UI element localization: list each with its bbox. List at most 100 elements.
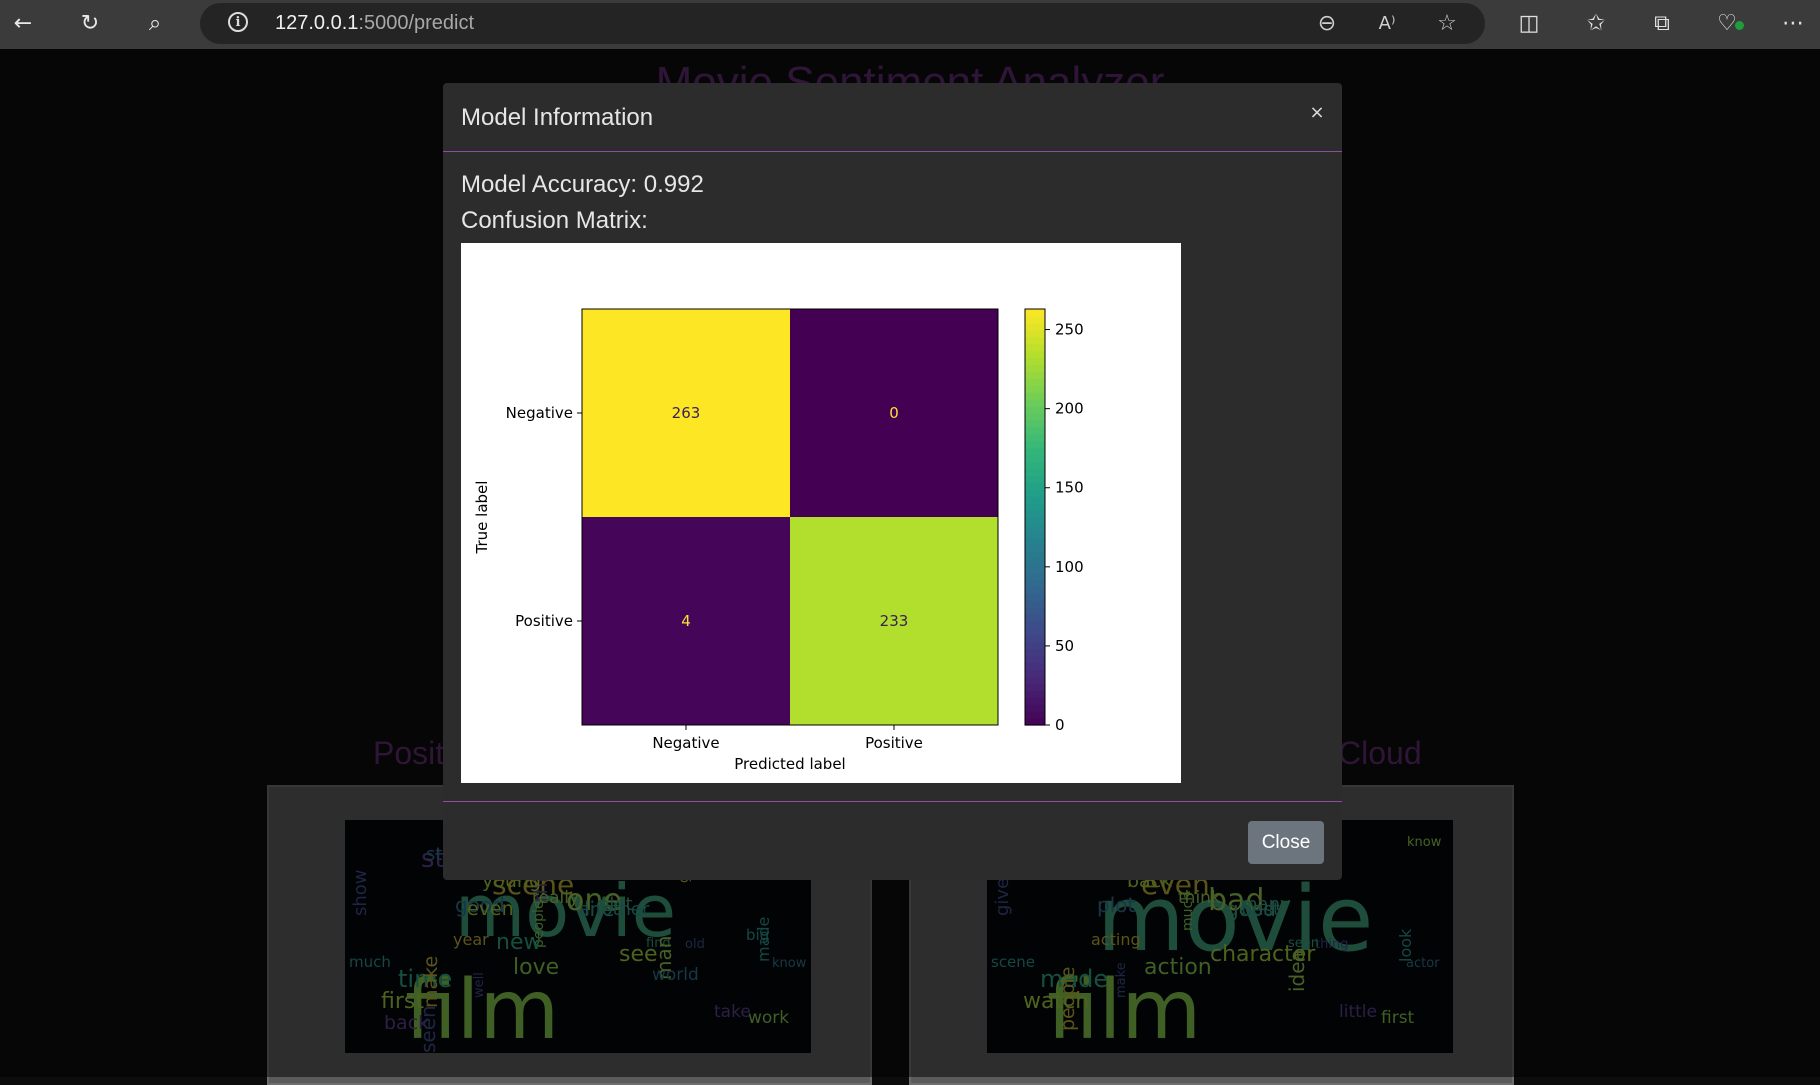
colorbar-segment bbox=[1025, 350, 1045, 359]
close-icon[interactable]: × bbox=[1305, 101, 1329, 125]
colorbar-segment bbox=[1025, 322, 1045, 331]
colorbar-segment bbox=[1025, 419, 1045, 428]
colorbar-segment bbox=[1025, 426, 1045, 435]
cell-value-label: 4 bbox=[681, 612, 691, 630]
colorbar-segment bbox=[1025, 634, 1045, 643]
colorbar-segment bbox=[1025, 489, 1045, 497]
colorbar-segment bbox=[1025, 676, 1045, 684]
health-status-dot bbox=[1735, 21, 1744, 30]
colorbar-segment bbox=[1025, 399, 1045, 407]
info-icon[interactable]: i bbox=[228, 12, 248, 32]
colorbar-segment bbox=[1025, 558, 1045, 567]
colorbar-segment bbox=[1025, 704, 1045, 712]
colorbar-tick-label: 250 bbox=[1055, 321, 1084, 339]
colorbar-segment bbox=[1025, 648, 1045, 657]
modal-footer bbox=[443, 801, 1342, 881]
colorbar-segment bbox=[1025, 614, 1045, 622]
colorbar-segment bbox=[1025, 537, 1045, 546]
url-host: 127.0.0.1 bbox=[275, 12, 359, 34]
browser-toolbar: ← ↻ ⌕ i 127.0.0.1:5000/predict ⊖ A⁾ ☆ ◫ … bbox=[0, 0, 1820, 49]
split-screen-icon[interactable]: ◫ bbox=[1513, 8, 1545, 40]
colorbar-tick-label: 150 bbox=[1055, 479, 1084, 497]
favorites-list-icon[interactable]: ✩ bbox=[1580, 8, 1612, 40]
colorbar-segment bbox=[1025, 544, 1045, 553]
colorbar-segment bbox=[1025, 315, 1045, 324]
colorbar-segment bbox=[1025, 413, 1045, 421]
model-accuracy-text: Model Accuracy: 0.992 bbox=[461, 171, 704, 198]
model-info-modal: Model Information × Model Accuracy: 0.99… bbox=[443, 83, 1342, 880]
colorbar-segment bbox=[1025, 627, 1045, 636]
colorbar-segment bbox=[1025, 711, 1045, 719]
close-button[interactable]: Close bbox=[1248, 821, 1324, 864]
colorbar-segment bbox=[1025, 371, 1045, 379]
colorbar-segment bbox=[1025, 510, 1045, 518]
colorbar-segment bbox=[1025, 662, 1045, 671]
y-tick-label: Positive bbox=[515, 612, 573, 630]
colorbar-segment bbox=[1025, 530, 1045, 539]
confusion-matrix-svg: 263 0 4 233 Negative Positive Negative Positive… bbox=[473, 308, 1084, 773]
confusion-matrix-label: Confusion Matrix: bbox=[461, 207, 648, 234]
colorbar-segment bbox=[1025, 586, 1045, 594]
modal-header: Model Information × bbox=[443, 83, 1342, 152]
x-axis-label: Predicted label bbox=[734, 755, 845, 773]
colorbar-segment bbox=[1025, 523, 1045, 532]
colorbar-segment bbox=[1025, 343, 1045, 352]
colorbar-segment bbox=[1025, 385, 1045, 393]
colorbar-segment bbox=[1025, 718, 1045, 726]
colorbar-segment bbox=[1025, 683, 1045, 691]
colorbar-segment bbox=[1025, 364, 1045, 372]
collections-icon[interactable]: ⧉ bbox=[1646, 8, 1678, 40]
x-tick-label: Positive bbox=[865, 734, 923, 752]
colorbar-segment bbox=[1025, 517, 1045, 525]
read-aloud-icon[interactable]: A⁾ bbox=[1371, 8, 1403, 40]
colorbar-segment bbox=[1025, 468, 1045, 476]
colorbar-segment bbox=[1025, 655, 1045, 664]
colorbar-segment bbox=[1025, 572, 1045, 580]
url-path: :5000/predict bbox=[358, 12, 475, 34]
confusion-matrix-chart: 263 0 4 233 Negative Positive Negative Positive… bbox=[461, 243, 1181, 783]
colorbar-segment bbox=[1025, 482, 1045, 490]
cell-value-label: 0 bbox=[889, 404, 899, 422]
colorbar-segment bbox=[1025, 406, 1045, 414]
colorbar-segment bbox=[1025, 669, 1045, 678]
colorbar-segment bbox=[1025, 461, 1045, 470]
colorbar-segment bbox=[1025, 607, 1045, 615]
colorbar-segment bbox=[1025, 697, 1045, 705]
colorbar-segment bbox=[1025, 433, 1045, 442]
colorbar-segment bbox=[1025, 440, 1045, 449]
colorbar-tick-label: 200 bbox=[1055, 400, 1084, 418]
colorbar-segment bbox=[1025, 378, 1045, 386]
cell-value-label: 233 bbox=[880, 612, 909, 630]
colorbar-segment bbox=[1025, 565, 1045, 574]
colorbar-segment bbox=[1025, 392, 1045, 400]
colorbar-segment bbox=[1025, 690, 1045, 698]
refresh-icon[interactable]: ↻ bbox=[74, 8, 106, 40]
colorbar-segment bbox=[1025, 357, 1045, 366]
x-tick-label: Negative bbox=[652, 734, 719, 752]
modal-title: Model Information bbox=[461, 104, 654, 131]
colorbar-segment bbox=[1025, 621, 1045, 629]
colorbar-segment bbox=[1025, 503, 1045, 511]
address-bar[interactable]: i 127.0.0.1:5000/predict ⊖ A⁾ ☆ bbox=[200, 3, 1485, 44]
cell-value-label: 263 bbox=[672, 404, 701, 422]
colorbar-segment bbox=[1025, 496, 1045, 504]
zoom-out-icon[interactable]: ⊖ bbox=[1311, 8, 1343, 40]
more-menu-icon[interactable]: ⋯ bbox=[1777, 8, 1809, 40]
url-text[interactable]: 127.0.0.1:5000/predict bbox=[275, 12, 474, 35]
colorbar-segment bbox=[1025, 551, 1045, 560]
colorbar-segment bbox=[1025, 329, 1045, 338]
y-tick-label: Negative bbox=[506, 404, 573, 422]
y-axis-label: True label bbox=[473, 481, 491, 555]
colorbar-tick-label: 50 bbox=[1055, 637, 1074, 655]
colorbar-tick-label: 0 bbox=[1055, 716, 1065, 734]
colorbar-segment bbox=[1025, 579, 1045, 587]
colorbar-segment bbox=[1025, 600, 1045, 608]
search-icon[interactable]: ⌕ bbox=[139, 8, 171, 40]
colorbar-segment bbox=[1025, 641, 1045, 650]
favorite-star-icon[interactable]: ☆ bbox=[1431, 8, 1463, 40]
back-icon[interactable]: ← bbox=[7, 8, 39, 40]
colorbar-segment bbox=[1025, 593, 1045, 601]
colorbar-segment bbox=[1025, 454, 1045, 463]
colorbar-segment bbox=[1025, 336, 1045, 345]
colorbar-tick-label: 100 bbox=[1055, 558, 1084, 576]
